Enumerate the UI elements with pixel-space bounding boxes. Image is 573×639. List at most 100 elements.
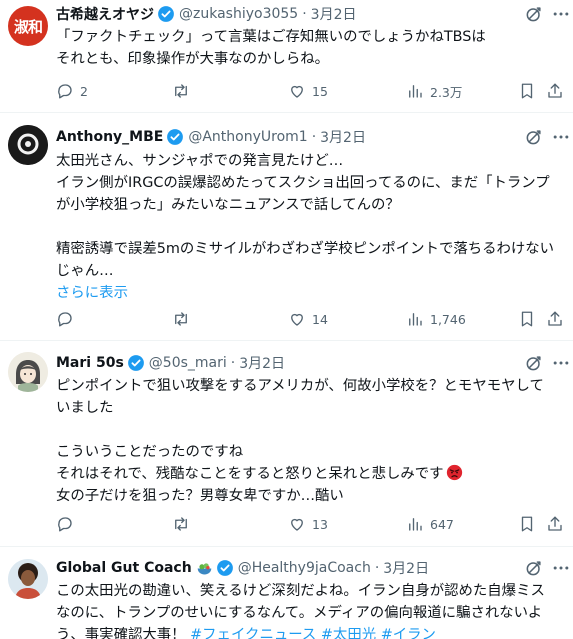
user-handle[interactable]: @Healthy9jaCoach <box>238 560 371 576</box>
reply-icon <box>58 312 72 327</box>
user-handle[interactable]: @50s_mari <box>149 355 227 371</box>
retweet-button[interactable] <box>172 81 196 101</box>
reply-button[interactable] <box>56 514 80 534</box>
avatar-text: 淑和 <box>13 17 43 36</box>
salad-emoji <box>197 562 211 574</box>
verified-badge-icon <box>127 355 144 371</box>
bookmark-icon[interactable] <box>518 515 536 533</box>
reply-count: 2 <box>80 83 88 99</box>
tweet-text-line: それはそれで、残酷なことをすると怒りと呆れと悲しみです <box>56 463 566 485</box>
avatar-photo <box>8 559 48 599</box>
tweet-text-segment: それはそれで、残酷なことをすると怒りと呆れと悲しみです <box>56 466 444 482</box>
views-button[interactable]: 647 <box>406 514 454 534</box>
separator-dot: · <box>230 355 236 371</box>
bookmark-icon[interactable] <box>518 82 536 100</box>
like-count: 14 <box>312 311 328 327</box>
like-button[interactable]: 15 <box>288 81 328 101</box>
tweet-text-line: 太田光さん、サンジャポでの発言見たけど… <box>56 153 344 169</box>
reply-button[interactable] <box>56 309 80 329</box>
retweet-icon <box>175 517 187 531</box>
display-name[interactable]: Global Gut Coach <box>56 560 192 576</box>
tweet-text-line: この太田光の勘違い、笑えるけど深刻だよね。イラン自身が認めた自爆ミス <box>56 583 545 599</box>
retweet-icon <box>175 312 187 326</box>
angry-face-emoji <box>446 464 462 481</box>
tweet-header: Mari 50s @50s_mari · 3月2日 <box>56 353 285 373</box>
tweet-text-line: こういうことだったのですね <box>56 444 244 460</box>
avatar[interactable] <box>8 125 48 165</box>
like-button[interactable]: 13 <box>288 514 328 534</box>
hashtag-link[interactable]: #フェイクニュース <box>190 627 316 639</box>
tweet-text: ピンポイントで狙い攻撃をするアメリカが、何故小学校を？とモヤモヤして いました … <box>56 375 566 507</box>
tweet-date[interactable]: 3月2日 <box>383 558 429 578</box>
share-icon[interactable] <box>546 82 564 100</box>
user-handle[interactable]: @zukashiyo3055 <box>179 6 298 22</box>
views-button[interactable]: 2.3万 <box>406 81 462 101</box>
avatar[interactable] <box>8 352 48 392</box>
share-icon[interactable] <box>546 310 564 328</box>
retweet-button[interactable] <box>172 514 196 534</box>
separator-dot: · <box>374 560 380 576</box>
tweet-text-segment: う、事実確認大事！ <box>56 627 186 639</box>
action-bar: 14 1,746 <box>56 309 566 329</box>
tweet-text-line: う、事実確認大事！ #フェイクニュース #太田光 #イラン <box>56 624 566 639</box>
views-button[interactable]: 1,746 <box>406 309 466 329</box>
like-icon <box>291 85 303 98</box>
grok-icon[interactable] <box>524 127 544 147</box>
like-count: 13 <box>312 516 328 532</box>
tweet-text-line: 「ファクトチェック」って言葉はご存知無いのでしょうかねTBSは <box>56 29 486 45</box>
reply-button[interactable]: 2 <box>56 81 88 101</box>
tweet[interactable]: Global Gut Coach @Healthy9jaCoach · 3月2日… <box>0 547 573 639</box>
tweet-text-line: が小学校狙った」みたいなニュアンスで話してんの？ <box>56 197 400 213</box>
bookmark-icon[interactable] <box>518 310 536 328</box>
tweet[interactable]: 淑和 古希越えオヤジ @zukashiyo3055 · 3月2日 「ファクトチェ… <box>0 0 573 113</box>
grok-icon[interactable] <box>524 4 544 24</box>
display-name[interactable]: 古希越えオヤジ <box>56 4 154 24</box>
display-name[interactable]: Mari 50s <box>56 355 124 371</box>
views-icon <box>409 85 422 98</box>
hashtag-link[interactable]: #イラン <box>381 627 436 639</box>
more-options-icon[interactable] <box>551 558 571 578</box>
tweet-header: 古希越えオヤジ @zukashiyo3055 · 3月2日 <box>56 4 356 24</box>
view-count: 2.3万 <box>430 84 463 100</box>
tweet-text-line: イラン側がIRGCの誤爆認めたってスクショ出回ってるのに、まだ「トランプ <box>56 175 550 191</box>
more-options-icon[interactable] <box>551 4 571 24</box>
user-handle[interactable]: @AnthonyUrom1 <box>188 129 307 145</box>
action-bar: 13 647 <box>56 514 566 534</box>
verified-badge-icon <box>158 6 174 22</box>
tweet[interactable]: Mari 50s @50s_mari · 3月2日 ピンポイントで狙い攻撃をする… <box>0 341 573 547</box>
tweet-text: 「ファクトチェック」って言葉はご存知無いのでしょうかねTBSは それとも、印象操… <box>56 26 566 70</box>
avatar[interactable]: 淑和 <box>8 6 48 46</box>
hashtag-link[interactable]: #太田光 <box>321 627 376 639</box>
like-button[interactable]: 14 <box>288 309 328 329</box>
tweet-date[interactable]: 3月2日 <box>311 4 357 24</box>
more-options-icon[interactable] <box>551 127 571 147</box>
like-icon <box>291 313 303 326</box>
retweet-icon <box>175 84 187 98</box>
tweet[interactable]: Anthony_MBE @AnthonyUrom1 · 3月2日 太田光さん、サ… <box>0 113 573 341</box>
separator-dot: · <box>311 129 317 145</box>
reply-icon <box>58 517 72 532</box>
display-name[interactable]: Anthony_MBE <box>56 129 163 145</box>
more-options-icon[interactable] <box>551 353 571 373</box>
like-count: 15 <box>312 83 328 99</box>
tweet-text: 太田光さん、サンジャポでの発言見たけど… イラン側がIRGCの誤爆認めたってスク… <box>56 150 566 304</box>
views-icon <box>409 313 422 326</box>
tweet-date[interactable]: 3月2日 <box>320 127 366 147</box>
tweet-text-line: 精密誘導で誤差5mのミサイルがわざわざ学校ピンポイントで落ちるわけない <box>56 241 555 257</box>
verified-badge-icon <box>167 129 184 145</box>
show-more-link[interactable]: さらに表示 <box>56 282 566 304</box>
avatar-illustration <box>8 352 48 392</box>
separator-dot: · <box>302 6 307 22</box>
retweet-button[interactable] <box>172 309 196 329</box>
tweet-header: Global Gut Coach @Healthy9jaCoach · 3月2日 <box>56 558 429 578</box>
avatar[interactable] <box>8 559 48 599</box>
share-icon[interactable] <box>546 515 564 533</box>
grok-icon[interactable] <box>524 353 544 373</box>
tweet-text-line: じゃん… <box>56 263 114 279</box>
tweet-date[interactable]: 3月2日 <box>239 353 285 373</box>
tweet-text-line: それとも、印象操作が大事なのかしらね。 <box>56 51 329 67</box>
tweet-header: Anthony_MBE @AnthonyUrom1 · 3月2日 <box>56 127 366 147</box>
grok-icon[interactable] <box>524 558 544 578</box>
